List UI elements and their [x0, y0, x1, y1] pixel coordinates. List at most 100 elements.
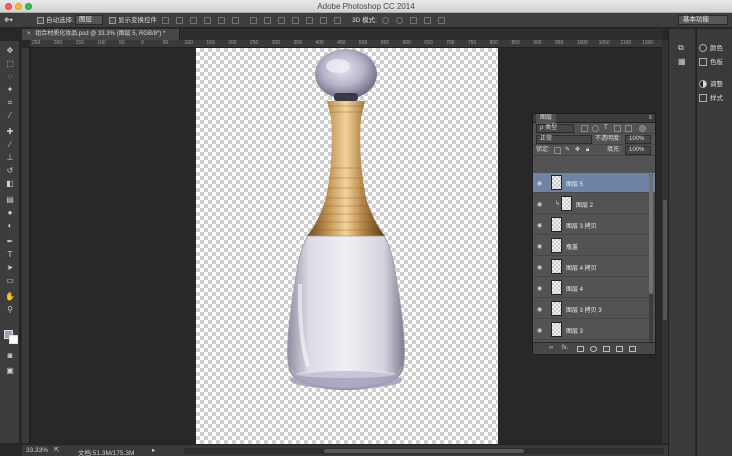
history-brush-tool-icon[interactable]: ↺ — [3, 165, 17, 176]
layer-row[interactable]: ◉ 图层 4 拷贝 — [533, 257, 655, 277]
layer-name[interactable]: 瓶盖 — [566, 242, 578, 251]
layer-thumbnail[interactable] — [551, 175, 562, 190]
document-tab[interactable]: × 组合材质化妆品.psd @ 33.3% (图层 5, RGB/8*) * — [22, 29, 180, 40]
layer-thumbnail[interactable] — [561, 196, 572, 211]
screen-mode-icon[interactable]: ▣ — [3, 365, 17, 376]
move-tool-icon[interactable]: ✥ — [3, 45, 17, 56]
layer-thumbnail[interactable] — [551, 238, 562, 253]
move-tool-preset-icon[interactable]: ✥▾ — [4, 15, 13, 26]
dodge-tool-icon[interactable]: ◐ — [3, 220, 17, 231]
visibility-eye-icon[interactable]: ◉ — [537, 180, 542, 187]
layer-filter-kind-dropdown[interactable]: ρ 类型 — [536, 124, 574, 133]
filter-shape-icon[interactable] — [614, 125, 621, 132]
layers-panel-tab[interactable]: 图层 — [536, 114, 557, 123]
document-canvas[interactable] — [196, 48, 498, 445]
quick-mask-icon[interactable]: ◙ — [3, 350, 17, 361]
dock-item-adjustments[interactable]: 调整 — [699, 79, 723, 91]
layer-thumbnail[interactable] — [551, 259, 562, 274]
marquee-tool-icon[interactable]: ⬚ — [3, 58, 17, 69]
layer-list-scrollbar[interactable] — [649, 174, 653, 342]
filter-smart-object-icon[interactable] — [625, 125, 632, 132]
align-hcenter-icon[interactable] — [218, 17, 225, 24]
fill-input[interactable]: 100% — [625, 146, 651, 155]
visibility-eye-icon[interactable]: ◉ — [537, 264, 542, 271]
layer-name[interactable]: 图层 4 — [566, 284, 583, 293]
visibility-eye-icon[interactable]: ◉ — [537, 243, 542, 250]
visibility-eye-icon[interactable]: ◉ — [537, 201, 542, 208]
3d-scale-icon[interactable] — [438, 17, 445, 24]
3d-roll-icon[interactable] — [396, 17, 403, 24]
document-tab-close-icon[interactable]: × — [27, 31, 31, 37]
distribute-top-icon[interactable] — [250, 17, 257, 24]
document-vertical-scroll-thumb[interactable] — [663, 200, 667, 320]
lock-position-icon[interactable]: ✥ — [575, 146, 580, 155]
gradient-tool-icon[interactable]: ▤ — [3, 194, 17, 205]
crop-tool-icon[interactable]: ⌗ — [3, 97, 17, 108]
layer-row[interactable]: ◉ 图层 3 拷贝 — [533, 215, 655, 235]
auto-select-checkbox[interactable] — [37, 17, 44, 24]
new-group-icon[interactable] — [603, 346, 610, 352]
brush-tool-icon[interactable]: ∕ — [3, 139, 17, 150]
layer-row[interactable]: ◉ 图层 3 — [533, 320, 655, 340]
auto-select-target-dropdown[interactable]: 图层 — [75, 15, 103, 25]
distribute-vcenter-icon[interactable] — [264, 17, 271, 24]
layer-name[interactable]: 图层 2 — [576, 200, 593, 209]
panel-menu-icon[interactable]: ≡ — [648, 114, 652, 123]
delete-layer-icon[interactable] — [629, 346, 636, 352]
path-select-tool-icon[interactable]: ➤ — [3, 262, 17, 273]
align-vcenter-icon[interactable] — [176, 17, 183, 24]
add-mask-icon[interactable] — [577, 346, 584, 352]
healing-brush-tool-icon[interactable]: ✚ — [3, 126, 17, 137]
new-layer-icon[interactable] — [616, 346, 623, 352]
hand-tool-icon[interactable]: ✋ — [3, 291, 17, 302]
3d-pan-icon[interactable] — [410, 17, 417, 24]
layer-name[interactable]: 图层 3 拷贝 3 — [566, 305, 602, 314]
distribute-right-icon[interactable] — [320, 17, 327, 24]
document-horizontal-scroll-thumb[interactable] — [324, 449, 524, 453]
auto-align-icon[interactable] — [334, 17, 341, 24]
quick-select-tool-icon[interactable]: ✦ — [3, 84, 17, 95]
lasso-tool-icon[interactable]: ◌ — [3, 71, 17, 82]
history-panel-icon[interactable]: ⧉ — [678, 43, 684, 53]
visibility-eye-icon[interactable]: ◉ — [537, 306, 542, 313]
lock-image-icon[interactable]: ✎ — [565, 146, 570, 155]
lock-all-icon[interactable]: 🔒︎ — [586, 146, 589, 155]
zoom-tool-icon[interactable]: ⚲ — [3, 304, 17, 315]
layer-list-scroll-thumb[interactable] — [649, 174, 653, 294]
eyedropper-tool-icon[interactable]: ⁄ — [3, 110, 17, 121]
align-bottom-icon[interactable] — [190, 17, 197, 24]
layer-name[interactable]: 图层 5 — [566, 179, 583, 188]
distribute-left-icon[interactable] — [292, 17, 299, 24]
3d-slide-icon[interactable] — [424, 17, 431, 24]
pen-tool-icon[interactable]: ✒ — [3, 236, 17, 247]
layer-row[interactable]: ◉ ↳ 图层 2 — [533, 194, 655, 214]
add-layer-style-button[interactable]: fx. — [562, 345, 568, 351]
layer-row[interactable]: ◉ 瓶盖 — [533, 236, 655, 256]
blend-mode-dropdown[interactable]: 正常 — [536, 135, 592, 144]
lock-transparent-icon[interactable] — [554, 147, 561, 154]
eraser-tool-icon[interactable]: ◧ — [3, 178, 17, 189]
workspace-dropdown[interactable]: 基本功能 — [678, 15, 728, 25]
filter-adjustment-icon[interactable] — [592, 125, 599, 132]
align-left-icon[interactable] — [204, 17, 211, 24]
dock-item-color[interactable]: 颜色 — [699, 43, 723, 55]
zoom-level[interactable]: 33.33% — [26, 447, 48, 454]
distribute-hcenter-icon[interactable] — [306, 17, 313, 24]
layer-row[interactable]: ◉ 图层 3 拷贝 3 — [533, 299, 655, 319]
blur-tool-icon[interactable]: ● — [3, 207, 17, 218]
layer-row[interactable]: ◉ 图层 4 — [533, 278, 655, 298]
show-transform-checkbox[interactable] — [109, 17, 116, 24]
layer-thumbnail[interactable] — [551, 280, 562, 295]
layer-thumbnail[interactable] — [551, 322, 562, 337]
type-tool-icon[interactable]: T — [3, 249, 17, 260]
filter-type-icon[interactable]: T — [604, 124, 608, 133]
layer-thumbnail[interactable] — [551, 217, 562, 232]
export-icon[interactable]: ⇱ — [54, 446, 59, 454]
layer-name[interactable]: 图层 4 拷贝 — [566, 263, 597, 272]
layer-name[interactable]: 图层 3 — [566, 326, 583, 335]
dock-item-swatches[interactable]: 色板 — [699, 57, 723, 69]
3d-rotate-icon[interactable] — [382, 17, 389, 24]
layer-row[interactable]: ◉ 图层 5 — [533, 173, 655, 193]
filter-pixel-icon[interactable] — [581, 125, 588, 132]
layer-name[interactable]: 图层 3 拷贝 — [566, 221, 597, 230]
